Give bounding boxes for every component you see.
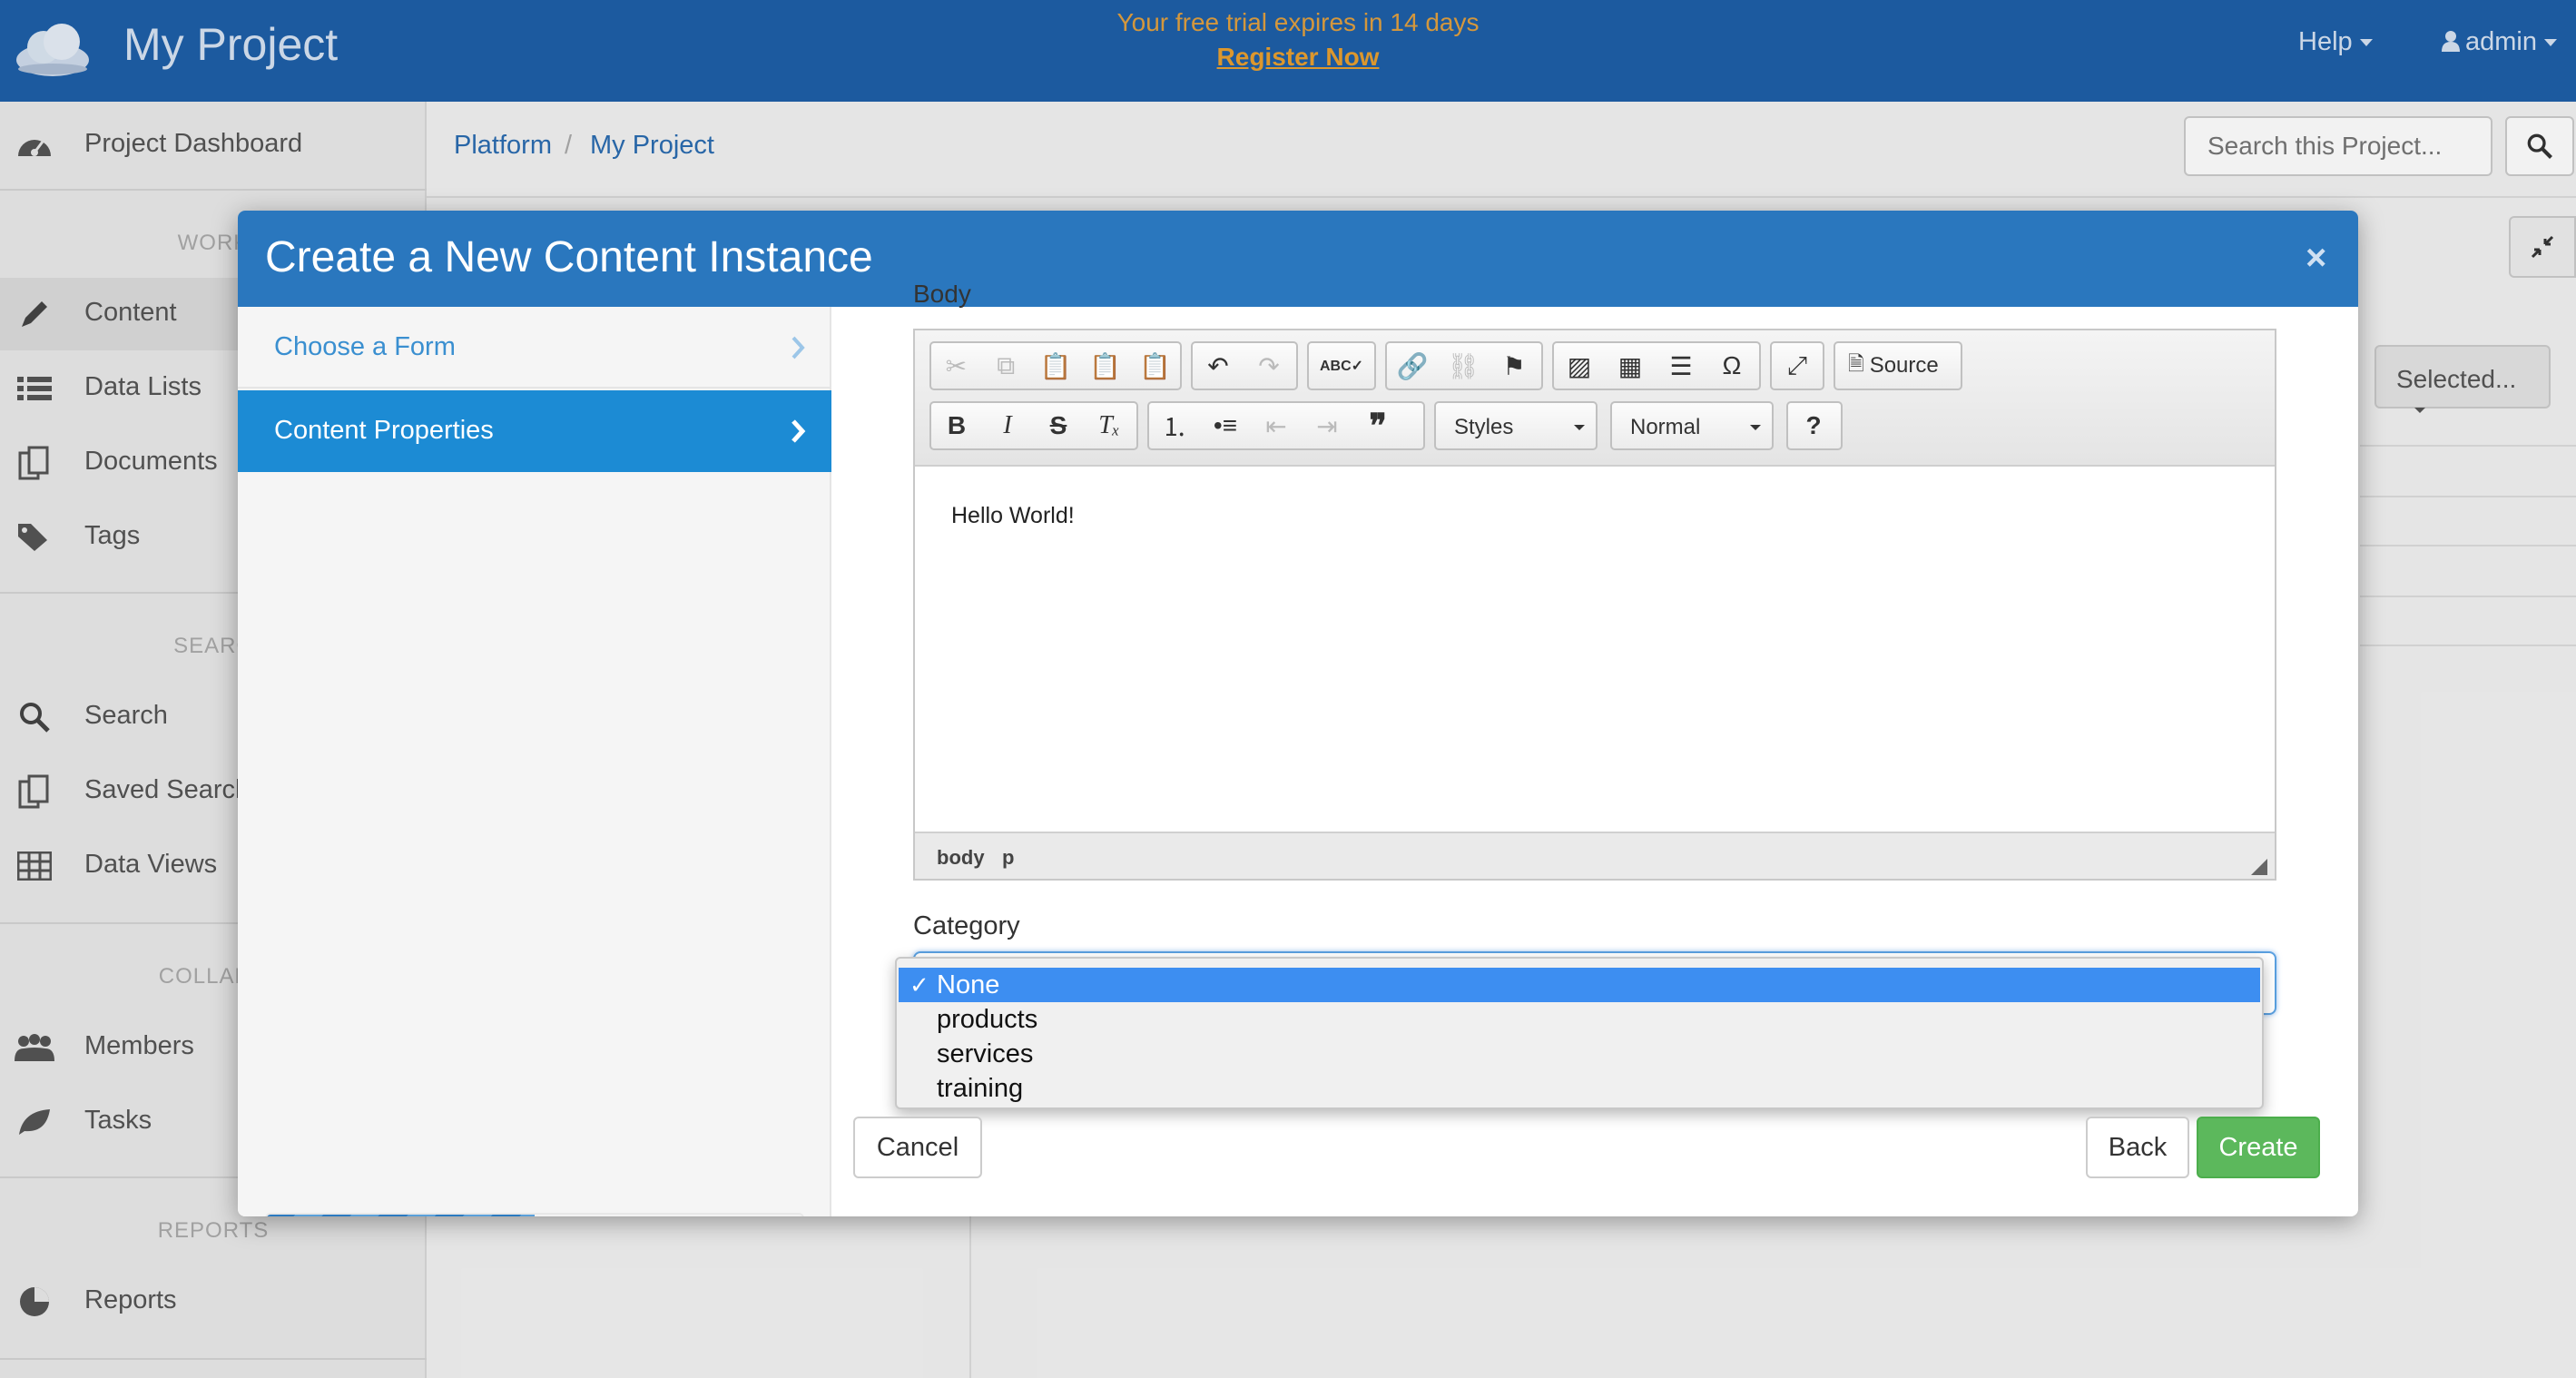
table-icon[interactable]: ▦ [1605, 343, 1656, 389]
option-label: products [937, 1005, 1038, 1034]
resize-handle-icon[interactable] [2251, 859, 2267, 875]
links-group: 🔗 ⛓ ⚑ [1385, 341, 1543, 390]
step-label: Choose a Form [274, 332, 456, 361]
checkmark-icon: ✓ [909, 971, 929, 999]
remove-format-icon[interactable]: Tₓ [1084, 403, 1135, 448]
insert-group: ▨ ▦ ☰ Ω [1552, 341, 1761, 390]
editor-content-text: Hello World! [951, 503, 1075, 528]
editor-element-path: body p [915, 832, 2275, 879]
format-dropdown[interactable]: Normal [1610, 401, 1774, 450]
progress-fill [267, 1215, 535, 1216]
paste-icon[interactable]: 📋 [1031, 343, 1081, 389]
help-question-icon[interactable]: ? [1788, 403, 1839, 448]
clipboard-group: ✂ ⧉ 📋 📋 📋 [929, 341, 1182, 390]
italic-icon[interactable]: I [982, 403, 1033, 448]
styles-label: Styles [1454, 415, 1514, 439]
path-item-body[interactable]: body [937, 846, 985, 870]
create-button[interactable]: Create [2197, 1117, 2320, 1178]
option-label: services [937, 1039, 1034, 1068]
chevron-down-icon [1574, 425, 1585, 430]
category-label: Category [913, 911, 1020, 940]
option-label: None [937, 970, 1000, 999]
chevron-right-icon [791, 336, 805, 359]
category-option-training[interactable]: training [899, 1071, 2260, 1106]
category-option-products[interactable]: products [899, 1002, 2260, 1037]
source-button[interactable]: 🗎 Source [1834, 341, 1962, 390]
paste-text-icon[interactable]: 📋 [1080, 343, 1130, 389]
paste-word-icon[interactable]: 📋 [1130, 343, 1180, 389]
special-char-icon[interactable]: Ω [1706, 343, 1757, 389]
maximize-icon[interactable]: ⤢ [1772, 343, 1823, 389]
close-icon[interactable]: × [2306, 238, 2326, 279]
chevron-right-icon [791, 419, 806, 443]
paragraph-group: ⒈ •≡ ⇤ ⇥ ❞ [1147, 401, 1425, 450]
decrease-indent-icon[interactable]: ⇤ [1251, 403, 1302, 448]
rich-text-editor: ✂ ⧉ 📋 📋 📋 ↶ ↷ ABC✓ 🔗 ⛓ ⚑ ▨ ▦ ☰ Ω ⤢ 🗎 Sou… [913, 329, 2276, 881]
source-document-icon: 🗎 [1848, 352, 1864, 375]
step-label: Content Properties [274, 416, 494, 445]
chevron-down-icon [1750, 425, 1761, 430]
option-label: training [937, 1074, 1024, 1103]
cut-icon[interactable]: ✂ [931, 343, 981, 389]
undo-icon[interactable]: ↶ [1193, 343, 1244, 389]
unlink-icon[interactable]: ⛓ [1438, 343, 1489, 389]
create-content-modal: Create a New Content Instance × Choose a… [238, 211, 2358, 1216]
editor-content-area[interactable]: Hello World! [915, 467, 2275, 832]
body-field-label: Body [913, 285, 971, 308]
source-label: Source [1869, 353, 1939, 378]
bulleted-list-icon[interactable]: •≡ [1200, 403, 1251, 448]
link-icon[interactable]: 🔗 [1387, 343, 1438, 389]
horizontal-line-icon[interactable]: ☰ [1656, 343, 1706, 389]
step-content-properties[interactable]: Content Properties [238, 390, 831, 472]
category-dropdown-list: ✓ None products services training [895, 957, 2264, 1109]
editor-toolbar: ✂ ⧉ 📋 📋 📋 ↶ ↷ ABC✓ 🔗 ⛓ ⚑ ▨ ▦ ☰ Ω ⤢ 🗎 Sou… [915, 330, 2275, 467]
styles-dropdown[interactable]: Styles [1434, 401, 1598, 450]
modal-title: Create a New Content Instance [265, 233, 873, 281]
strikethrough-icon[interactable]: S [1033, 403, 1084, 448]
image-icon[interactable]: ▨ [1554, 343, 1605, 389]
step-choose-a-form[interactable]: Choose a Form [238, 307, 831, 389]
wizard-steps: Choose a Form Content Properties [238, 307, 831, 1216]
numbered-list-icon[interactable]: ⒈ [1149, 403, 1200, 448]
increase-indent-icon[interactable]: ⇥ [1302, 403, 1352, 448]
redo-icon[interactable]: ↷ [1244, 343, 1294, 389]
copy-icon[interactable]: ⧉ [981, 343, 1031, 389]
cancel-button[interactable]: Cancel [853, 1117, 982, 1178]
category-option-services[interactable]: services [899, 1037, 2260, 1071]
path-item-p[interactable]: p [1002, 846, 1014, 870]
spellcheck-group: ABC✓ [1307, 341, 1376, 390]
modal-header: Create a New Content Instance × [238, 211, 2358, 307]
format-label: Normal [1630, 415, 1701, 439]
back-button[interactable]: Back [2086, 1117, 2189, 1178]
category-option-none[interactable]: ✓ None [899, 968, 2260, 1002]
bold-icon[interactable]: B [931, 403, 982, 448]
wizard-progress-bar [265, 1213, 804, 1216]
basic-styles-group: B I S Tₓ [929, 401, 1138, 450]
history-group: ↶ ↷ [1191, 341, 1298, 390]
blockquote-icon[interactable]: ❞ [1352, 403, 1403, 448]
maximize-group: ⤢ [1770, 341, 1824, 390]
anchor-flag-icon[interactable]: ⚑ [1489, 343, 1539, 389]
help-group: ? [1786, 401, 1843, 450]
spellcheck-icon[interactable]: ABC✓ [1309, 343, 1374, 389]
